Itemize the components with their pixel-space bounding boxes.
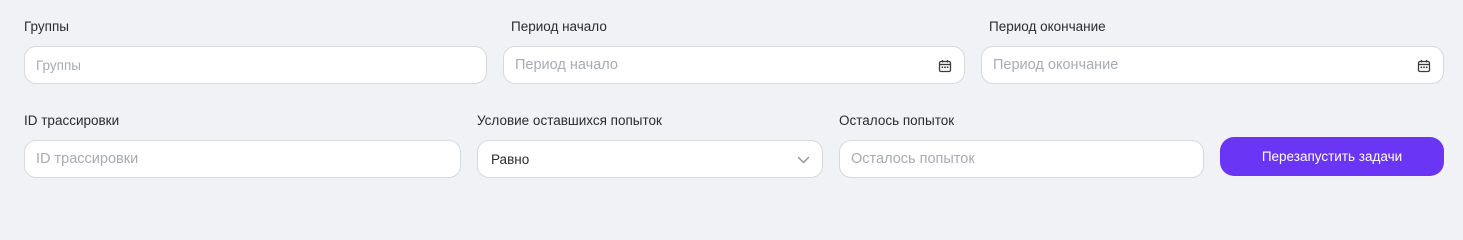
groups-input[interactable]: [25, 47, 486, 83]
attempts-left-input[interactable]: [840, 141, 1203, 177]
period-start-label: Период начало: [511, 19, 607, 34]
attempts-condition-label: Условие оставшихся попыток: [477, 113, 662, 128]
trace-id-field: ID трассировки: [24, 113, 461, 181]
groups-input-box[interactable]: [24, 46, 487, 84]
period-start-field: Период начало: [503, 19, 965, 87]
attempts-condition-field: Условие оставшихся попыток Равно: [477, 113, 823, 181]
attempts-left-field: Осталось попыток: [839, 113, 1204, 181]
period-end-input[interactable]: [982, 47, 1443, 83]
groups-field: Группы: [24, 19, 487, 87]
trace-id-label: ID трассировки: [24, 113, 120, 128]
trace-id-input[interactable]: [25, 141, 460, 177]
period-start-input-box[interactable]: [503, 46, 965, 84]
groups-label: Группы: [24, 19, 69, 34]
trace-id-input-box[interactable]: [24, 140, 461, 178]
chevron-down-icon[interactable]: [797, 154, 810, 166]
period-end-input-box[interactable]: [981, 46, 1444, 84]
calendar-icon[interactable]: [1417, 59, 1431, 73]
attempts-condition-value: Равно: [491, 152, 530, 167]
calendar-icon[interactable]: [938, 59, 952, 73]
period-end-field: Период окончание: [981, 19, 1444, 87]
attempts-left-label: Осталось попыток: [839, 113, 955, 128]
attempts-condition-select[interactable]: Равно: [477, 140, 823, 178]
attempts-left-input-box[interactable]: [839, 140, 1204, 178]
period-end-label: Период окончание: [989, 19, 1106, 34]
restart-tasks-button[interactable]: Перезапустить задачи: [1220, 137, 1444, 176]
period-start-input[interactable]: [504, 47, 964, 83]
